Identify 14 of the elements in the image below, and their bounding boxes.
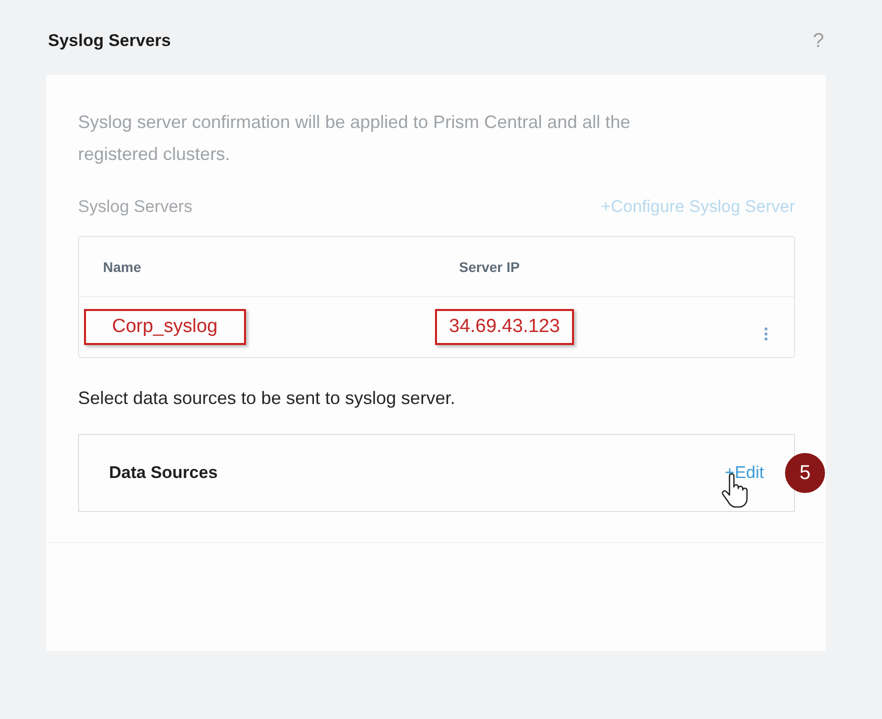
data-sources-prompt: Select data sources to be sent to syslog server. [78, 387, 456, 410]
help-button[interactable]: ? [812, 30, 824, 52]
more-options-icon[interactable] [764, 327, 768, 341]
section-label: Syslog Servers [78, 197, 192, 217]
table-cell: Corp_syslog [84, 309, 246, 345]
column-header: Name [102, 258, 142, 274]
edit-link[interactable]: +Edit [724, 463, 764, 483]
panel-title: Syslog Servers [48, 31, 171, 51]
step-number-badge: 5 [785, 453, 825, 493]
description-text: Syslog server confirmation will be applied to Prism Central and all the registered clusters. [78, 111, 632, 166]
configure-server-link[interactable]: +Configure Syslog Server [600, 197, 795, 217]
column-header: Server IP [458, 258, 521, 274]
table-cell: 34.69.43.123 [435, 309, 574, 345]
data-sources-title: Data Sources [109, 463, 218, 483]
